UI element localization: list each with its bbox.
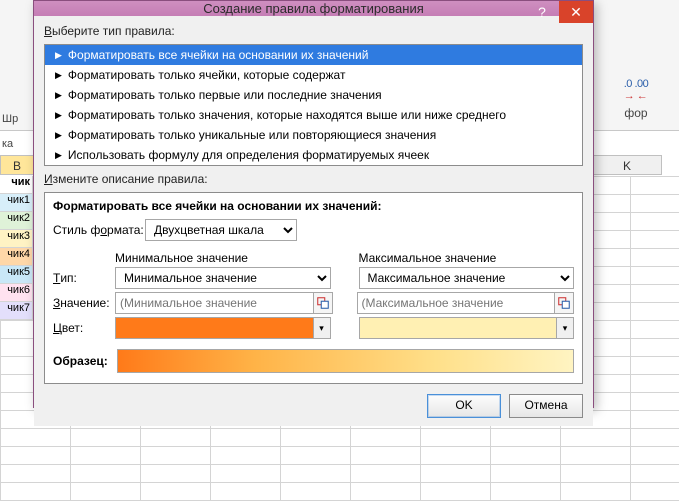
- ok-button[interactable]: OK: [427, 394, 501, 418]
- min-value-input[interactable]: [115, 292, 314, 314]
- rule-type-item[interactable]: ▶Форматировать только первые или последн…: [45, 85, 582, 105]
- arrow-icon: ▶: [55, 71, 62, 80]
- chevron-down-icon: ▾: [556, 318, 573, 338]
- cell[interactable]: чик5: [0, 266, 33, 284]
- select-rule-type-label: Выберите тип правила:: [44, 24, 583, 38]
- range-picker-button[interactable]: [554, 292, 574, 314]
- close-button[interactable]: ✕: [559, 1, 593, 23]
- arrow-icon: ▶: [55, 111, 62, 120]
- rule-type-list[interactable]: ▶Форматировать все ячейки на основании и…: [44, 44, 583, 166]
- min-color-picker[interactable]: ▾: [115, 317, 331, 339]
- rule-description-box: Форматировать все ячейки на основании их…: [44, 192, 583, 384]
- cancel-button[interactable]: Отмена: [509, 394, 583, 418]
- dialog-title: Создание правила форматирования: [203, 1, 424, 16]
- column-b-cells: чик чик1 чик2 чик3 чик4 чик5 чик6 чик7: [0, 176, 33, 320]
- arrow-icon: ▶: [55, 151, 62, 160]
- format-style-label: Стиль формата:: [53, 223, 145, 237]
- value-label: Значение:: [53, 292, 115, 314]
- cell[interactable]: чик7: [0, 302, 33, 320]
- cell[interactable]: чик4: [0, 248, 33, 266]
- increase-decrease-decimal-icon: .0 .00 → ←: [624, 78, 649, 102]
- cell[interactable]: чик1: [0, 194, 33, 212]
- column-header-k[interactable]: K: [592, 155, 662, 175]
- header-cell[interactable]: чик: [0, 176, 33, 194]
- chevron-down-icon: ▾: [313, 318, 330, 338]
- ribbon-button-label: фор: [624, 106, 647, 120]
- color-label: Цвет:: [53, 317, 115, 339]
- rule-type-item[interactable]: ▶Форматировать только ячейки, которые со…: [45, 65, 582, 85]
- cell[interactable]: чик6: [0, 284, 33, 302]
- min-color-swatch: [116, 318, 313, 338]
- min-column-header: Минимальное значение: [115, 251, 331, 265]
- format-style-select[interactable]: Двухцветная шкала: [145, 219, 297, 241]
- sample-label: Образец:: [53, 354, 117, 368]
- rule-type-item[interactable]: ▶Форматировать только уникальные или пов…: [45, 125, 582, 145]
- max-value-input[interactable]: [357, 292, 556, 314]
- max-color-picker[interactable]: ▾: [359, 317, 575, 339]
- formatting-rule-dialog: Создание правила форматирования ? ✕ Выбе…: [33, 0, 594, 408]
- rule-type-item[interactable]: ▶Форматировать все ячейки на основании и…: [45, 45, 582, 65]
- max-column-header: Максимальное значение: [359, 251, 575, 265]
- cell[interactable]: чик2: [0, 212, 33, 230]
- ribbon-group-label: Шр: [2, 113, 18, 125]
- edit-rule-desc-label: Измените описание правила:: [44, 172, 583, 186]
- column-header-b[interactable]: B: [0, 155, 34, 175]
- cell[interactable]: чик3: [0, 230, 33, 248]
- type-label: Тип:: [53, 267, 115, 289]
- help-button[interactable]: ?: [525, 1, 559, 23]
- titlebar[interactable]: Создание правила форматирования ? ✕: [34, 1, 593, 16]
- ribbon-button-format[interactable]: .0 .00 → ← фор: [601, 50, 671, 120]
- arrow-icon: ▶: [55, 91, 62, 100]
- min-type-select[interactable]: Минимальное значение: [115, 267, 331, 289]
- arrow-icon: ▶: [55, 131, 62, 140]
- max-type-select[interactable]: Максимальное значение: [359, 267, 575, 289]
- range-picker-button[interactable]: [313, 292, 333, 314]
- rule-type-item[interactable]: ▶Использовать формулу для определения фо…: [45, 145, 582, 165]
- arrow-icon: ▶: [55, 51, 62, 60]
- gradient-preview: [117, 349, 574, 373]
- ribbon-extra-label: ка: [2, 138, 13, 150]
- max-color-swatch: [360, 318, 557, 338]
- rule-type-item[interactable]: ▶Форматировать только значения, которые …: [45, 105, 582, 125]
- rule-description-title: Форматировать все ячейки на основании их…: [53, 199, 574, 213]
